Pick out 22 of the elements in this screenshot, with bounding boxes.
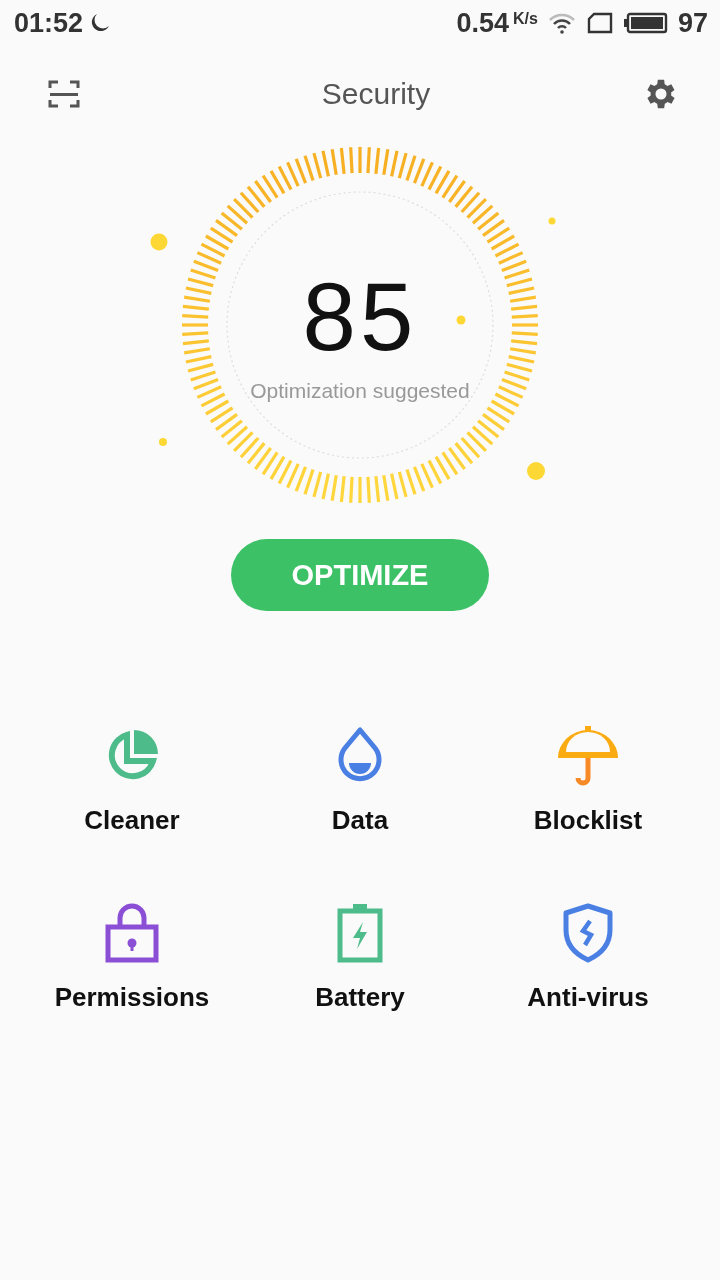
scan-icon[interactable] xyxy=(48,78,80,110)
battery-status-icon xyxy=(623,12,668,34)
tool-label[interactable]: Battery xyxy=(315,982,405,1013)
moon-icon xyxy=(89,12,112,34)
umbrella-icon[interactable] xyxy=(557,725,619,787)
security-score: 85 xyxy=(302,269,418,365)
speed-unit: K/s xyxy=(513,10,538,28)
tool-label[interactable]: Permissions xyxy=(54,982,210,1013)
tool-label[interactable]: Blocklist xyxy=(533,805,643,836)
score-caption: Optimization suggested xyxy=(250,379,470,403)
network-speed: 0.54 xyxy=(456,7,510,39)
clock-time: 01:52 xyxy=(14,7,84,39)
battery-percent: 97 xyxy=(677,7,708,39)
tool-label[interactable]: Data xyxy=(331,805,389,836)
padlock-icon[interactable] xyxy=(105,902,159,964)
sim-card-icon xyxy=(585,12,614,34)
tool-label[interactable]: Cleaner xyxy=(84,805,180,836)
tool-label[interactable]: Anti-virus xyxy=(527,982,649,1013)
page-title: Security xyxy=(321,77,431,111)
shield-icon[interactable] xyxy=(561,902,615,964)
battery-charging-icon[interactable] xyxy=(336,902,384,964)
wifi-icon xyxy=(547,12,576,34)
